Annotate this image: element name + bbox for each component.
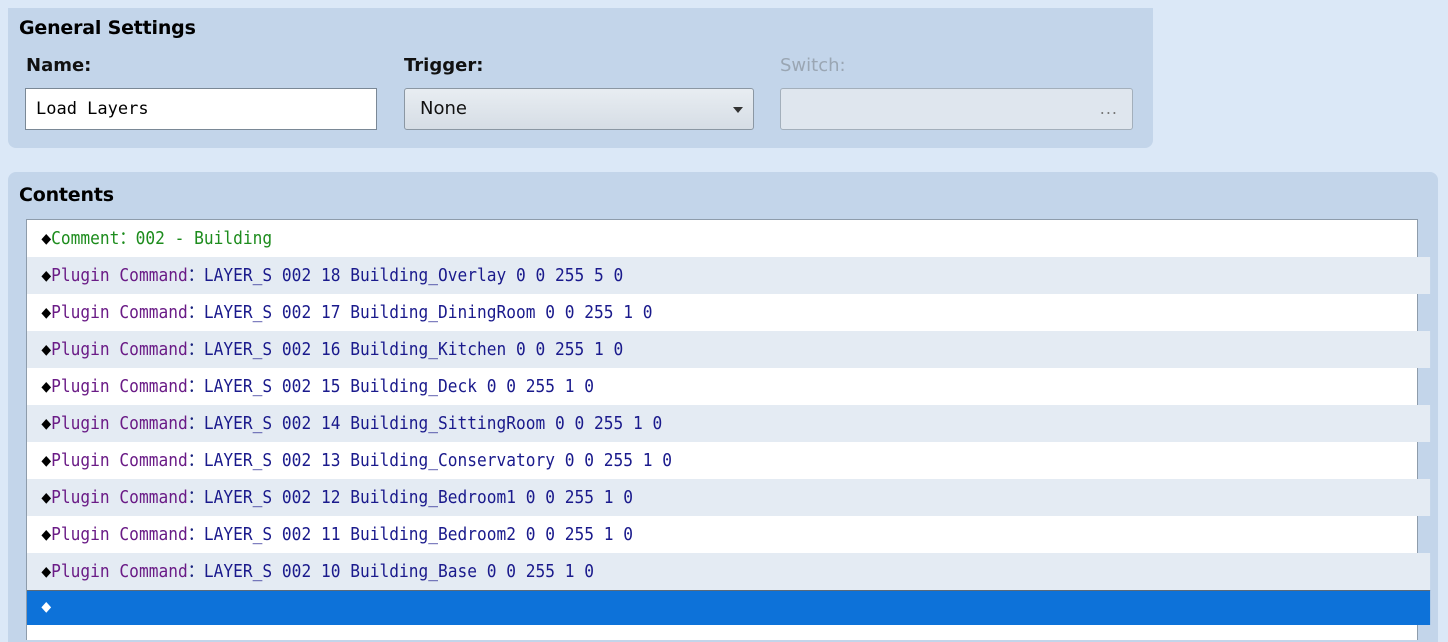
diamond-icon: ◆ <box>41 376 52 397</box>
list-item[interactable]: ◆Plugin Command：LAYER_S 002 11 Building_… <box>27 516 1430 553</box>
list-item-selected[interactable]: ◆ <box>27 590 1431 625</box>
trigger-select[interactable]: None <box>404 88 754 130</box>
list-item[interactable]: ◆Plugin Command：LAYER_S 002 14 Building_… <box>27 405 1431 442</box>
diamond-icon: ◆ <box>41 302 52 323</box>
command-name: Plugin Command <box>51 302 188 323</box>
command-separator: ： <box>187 487 204 508</box>
command-name: Plugin Command <box>51 376 188 397</box>
command-args: 002 - Building <box>135 228 273 249</box>
command-args: LAYER_S 002 17 Building_DiningRoom 0 0 2… <box>203 302 653 323</box>
command-args: LAYER_S 002 14 Building_SittingRoom 0 0 … <box>203 413 663 434</box>
command-args: LAYER_S 002 12 Building_Bedroom1 0 0 255… <box>203 487 634 508</box>
command-separator: ： <box>187 302 204 323</box>
diamond-icon: ◆ <box>41 413 52 434</box>
diamond-icon: ◆ <box>41 228 52 249</box>
command-name: Comment <box>51 228 120 249</box>
command-separator: ： <box>187 524 204 545</box>
command-separator: ： <box>187 376 204 397</box>
list-item[interactable]: ◆Plugin Command：LAYER_S 002 15 Building_… <box>27 368 1430 405</box>
diamond-icon: ◆ <box>41 450 52 471</box>
contents-panel: Contents ◆Comment：002 - Building ◆Plugin… <box>8 172 1438 642</box>
contents-title: Contents <box>19 184 114 206</box>
list-item[interactable]: ◆Plugin Command：LAYER_S 002 16 Building_… <box>27 331 1431 368</box>
diamond-icon: ◆ <box>41 596 52 617</box>
trigger-label: Trigger: <box>404 55 484 76</box>
command-name: Plugin Command <box>51 413 188 434</box>
command-name: Plugin Command <box>51 339 188 360</box>
name-label: Name: <box>26 55 92 76</box>
switch-label: Switch: <box>780 55 846 76</box>
command-separator: ： <box>187 265 204 286</box>
list-item[interactable]: ◆Plugin Command：LAYER_S 002 13 Building_… <box>27 442 1430 479</box>
diamond-icon: ◆ <box>41 487 52 508</box>
command-args: LAYER_S 002 11 Building_Bedroom2 0 0 255… <box>203 524 634 545</box>
command-args: LAYER_S 002 16 Building_Kitchen 0 0 255 … <box>203 339 624 360</box>
general-settings-panel: General Settings Name: Trigger: Switch: … <box>8 8 1153 148</box>
command-separator: ： <box>119 228 136 249</box>
command-name: Plugin Command <box>51 487 188 508</box>
command-args: LAYER_S 002 10 Building_Base 0 0 255 1 0 <box>203 561 595 582</box>
command-separator: ： <box>187 413 204 434</box>
event-command-list[interactable]: ◆Comment：002 - Building ◆Plugin Command：… <box>26 219 1431 640</box>
command-name: Plugin Command <box>51 450 188 471</box>
general-settings-title: General Settings <box>19 17 196 39</box>
diamond-icon: ◆ <box>41 339 52 360</box>
list-item[interactable]: ◆Plugin Command：LAYER_S 002 10 Building_… <box>27 553 1431 590</box>
list-item[interactable]: ◆Plugin Command：LAYER_S 002 18 Building_… <box>27 257 1431 294</box>
command-separator: ： <box>187 339 204 360</box>
diamond-icon: ◆ <box>41 524 52 545</box>
chevron-down-icon <box>733 107 743 113</box>
command-name: Plugin Command <box>51 265 188 286</box>
command-separator: ： <box>187 561 204 582</box>
diamond-icon: ◆ <box>41 265 52 286</box>
command-name: Plugin Command <box>51 561 188 582</box>
command-args: LAYER_S 002 15 Building_Deck 0 0 255 1 0 <box>203 376 595 397</box>
switch-browse-button: ... <box>1099 99 1118 118</box>
command-name: Plugin Command <box>51 524 188 545</box>
command-args: LAYER_S 002 13 Building_Conservatory 0 0… <box>203 450 673 471</box>
diamond-icon: ◆ <box>41 561 52 582</box>
list-item[interactable]: ◆Plugin Command：LAYER_S 002 12 Building_… <box>27 479 1431 516</box>
list-item[interactable]: ◆Plugin Command：LAYER_S 002 17 Building_… <box>27 294 1430 331</box>
trigger-select-value: None <box>420 98 467 119</box>
command-args: LAYER_S 002 18 Building_Overlay 0 0 255 … <box>203 265 624 286</box>
command-separator: ： <box>187 450 204 471</box>
switch-field: ... <box>780 88 1133 130</box>
list-item[interactable]: ◆Comment：002 - Building <box>27 220 1430 257</box>
name-input[interactable]: Load Layers <box>25 88 377 130</box>
